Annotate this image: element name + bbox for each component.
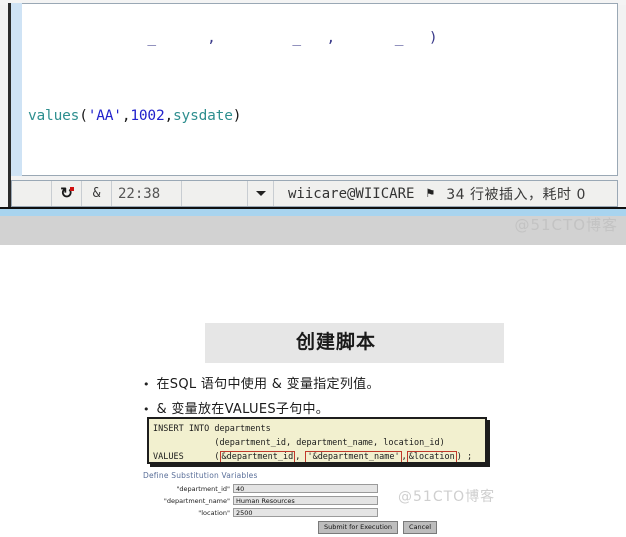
slide-code-line1: INSERT INTO departments xyxy=(153,424,271,434)
slide-bullet-text: & 变量放在VALUES子句中。 xyxy=(156,402,330,417)
form-field-row: "location" 2500 xyxy=(143,508,495,517)
slide-code-block: INSERT INTO departments (department_id, … xyxy=(147,417,487,464)
slide-bullet-list: • 在SQL 语句中使用 & 变量指定列值。 • & 变量放在VALUES子句中… xyxy=(143,373,503,423)
blue-black-flag-icon xyxy=(18,185,45,202)
field-label-location: "location" xyxy=(198,508,230,517)
status-dropdown-button[interactable] xyxy=(248,181,274,206)
token-values-paren-close: ) xyxy=(232,108,242,124)
substitution-var-department-id: &department_id xyxy=(219,451,296,462)
token-sysdate: sysdate xyxy=(173,108,233,124)
sql-editor-screenshot: _ , _ , _ ) values('AA',1002,sysdate) --… xyxy=(0,0,626,216)
form-field-row: "department_id" 40 xyxy=(143,484,495,493)
watermark-top: @51CTO博客 xyxy=(514,216,618,234)
code-line-cutoff: _ , _ , _ ) xyxy=(28,30,438,46)
status-flag-cell[interactable] xyxy=(12,181,52,206)
field-label-department-id: "department_id" xyxy=(176,484,230,493)
form-field-row: "department_name" Human Resources xyxy=(143,496,495,505)
token-values-comma2: , xyxy=(164,108,174,124)
field-input-location[interactable]: 2500 xyxy=(233,508,378,517)
slide-code-close-paren: ) ; xyxy=(456,452,473,462)
submit-for-execution-button[interactable]: Submit for Execution xyxy=(318,521,399,534)
bullet-dot-icon: • xyxy=(143,403,150,416)
cancel-button[interactable]: Cancel xyxy=(403,521,438,534)
slide-bullet-item: • 在SQL 语句中使用 & 变量指定列值。 xyxy=(143,373,503,392)
slide-code-values-label: VALUES xyxy=(153,452,184,462)
status-ampersand: & xyxy=(82,181,112,206)
slide-white-tab xyxy=(135,357,173,373)
form-button-row: Submit for Execution Cancel xyxy=(318,521,495,534)
status-elapsed-time: 22:38 xyxy=(112,181,182,206)
sql-code-lines: _ , _ , _ ) values('AA',1002,sysdate) --… xyxy=(28,4,446,175)
rows-inserted-message: 34 行被插入，耗时 0 xyxy=(446,186,586,203)
ppt-slide-screenshot: 创建脚本 • 在SQL 语句中使用 & 变量指定列值。 • & 变量放在VALU… xyxy=(133,323,504,535)
token-values-number: 1002 xyxy=(130,108,165,124)
token-values-string: 'AA' xyxy=(87,108,122,124)
substitution-variables-form: Define Substitution Variables "departmen… xyxy=(143,469,495,534)
field-label-department-name: "department_name" xyxy=(163,496,230,505)
slide-code-line2: (department_id, department_name, locatio… xyxy=(153,438,445,448)
editor-status-bar: ↻ & 22:38 wiicare@WIICARE ⚑ 34 行被插入，耗时 0 xyxy=(11,180,618,207)
sql-code-pane[interactable]: _ , _ , _ ) values('AA',1002,sysdate) --… xyxy=(22,3,618,176)
token-values-keyword: values xyxy=(28,108,80,124)
slide-code-sep1: , xyxy=(295,452,306,462)
caret-down-icon xyxy=(255,191,266,196)
slide-code-sep2: , xyxy=(401,452,407,462)
status-blank-cell xyxy=(182,181,248,206)
token-values-paren-open: ( xyxy=(79,108,88,124)
slide-bullet-text: 在SQL 语句中使用 & 变量指定列值。 xyxy=(156,377,380,392)
substitution-var-location: &location xyxy=(406,451,457,462)
form-legend: Define Substitution Variables xyxy=(143,471,258,480)
slide-bullet-item: • & 变量放在VALUES子句中。 xyxy=(143,398,503,417)
field-input-department-name[interactable]: Human Resources xyxy=(233,496,378,505)
field-input-department-id[interactable]: 40 xyxy=(233,484,378,493)
slide-title: 创建脚本 xyxy=(295,331,376,353)
status-refresh-cell[interactable]: ↻ xyxy=(52,181,82,206)
refresh-icon[interactable]: ↻ xyxy=(60,186,74,201)
connection-label: wiicare@WIICARE xyxy=(288,185,415,202)
slide-code-open-paren: ( xyxy=(183,452,220,462)
bullet-dot-icon: • xyxy=(143,378,150,391)
pin-icon: ⚑ xyxy=(426,186,435,201)
code-line-values: values('AA',1002,sysdate) xyxy=(28,107,446,127)
substitution-var-department-name: '&department_name' xyxy=(305,451,402,462)
status-connection-cell[interactable]: wiicare@WIICARE ⚑ 34 行被插入，耗时 0 xyxy=(274,181,617,206)
